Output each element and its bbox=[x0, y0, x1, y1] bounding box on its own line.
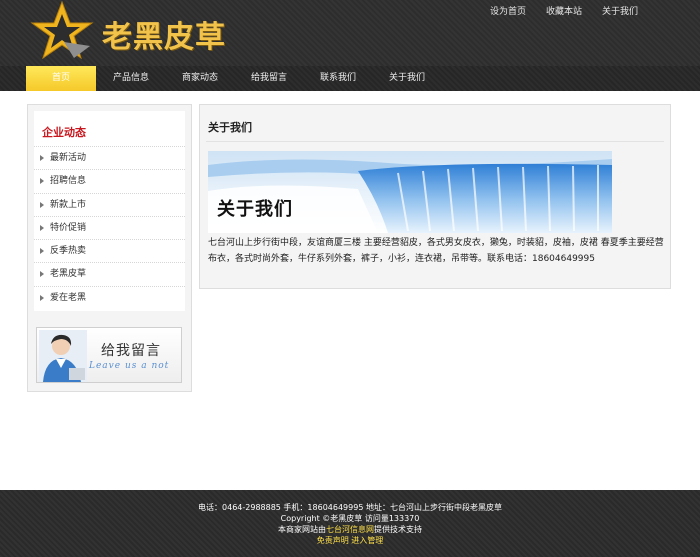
sidebar-item-label: 招聘信息 bbox=[50, 176, 87, 187]
banner-heading: 关于我们 bbox=[217, 199, 293, 220]
leave-message-subtitle: Leave us a not bbox=[89, 361, 170, 371]
arrow-right-icon bbox=[40, 271, 44, 278]
sidebar-item-label: 反季热卖 bbox=[50, 246, 87, 257]
page-title: 关于我们 bbox=[208, 121, 252, 134]
about-us-link[interactable]: 关于我们 bbox=[592, 6, 648, 18]
nav-contact[interactable]: 联系我们 bbox=[303, 66, 373, 91]
sidebar-item-love-laohei[interactable]: 爱在老黑 bbox=[34, 285, 185, 309]
leave-message-title: 给我留言 bbox=[101, 343, 161, 359]
waterfall-banner: 关于我们 bbox=[208, 151, 612, 233]
about-panel: 关于我们 关于我们 七台河山上步行街中段，友谊商厦三楼 主要经营貂皮，各式男女皮… bbox=[199, 104, 671, 289]
sidebar-item-laohei-fur[interactable]: 老黑皮草 bbox=[34, 262, 185, 285]
arrow-right-icon bbox=[40, 224, 44, 231]
arrow-right-icon bbox=[40, 294, 44, 301]
top-links: 设为首页 收藏本站 关于我们 bbox=[480, 6, 648, 18]
sidebar-item-new-arrivals[interactable]: 新款上市 bbox=[34, 192, 185, 216]
nav-products[interactable]: 产品信息 bbox=[96, 66, 166, 91]
admin-link[interactable]: 进入管理 bbox=[351, 536, 383, 545]
support-agent-icon bbox=[39, 330, 87, 382]
nav-home[interactable]: 首页 bbox=[26, 66, 96, 91]
disclaimer-link[interactable]: 免责声明 bbox=[317, 536, 349, 545]
sidebar-item-label: 特价促销 bbox=[50, 222, 87, 233]
footer-support: 本商家网站由七台河信息网提供技术支持 bbox=[0, 524, 700, 535]
arrow-right-icon bbox=[40, 248, 44, 255]
sidebar-news-panel: 企业动态 最新活动 招聘信息 新款上市 特价促销 反季热卖 老黑皮草 爱在老黑 bbox=[34, 111, 185, 311]
nav-about[interactable]: 关于我们 bbox=[372, 66, 442, 91]
sidebar-item-label: 爱在老黑 bbox=[50, 292, 87, 303]
title-divider bbox=[206, 141, 664, 142]
sidebar-item-jobs[interactable]: 招聘信息 bbox=[34, 169, 185, 192]
sidebar-item-label: 最新活动 bbox=[50, 153, 87, 163]
leave-message-banner[interactable]: 给我留言 Leave us a not bbox=[36, 327, 182, 383]
sidebar-item-latest-events[interactable]: 最新活动 bbox=[34, 146, 185, 169]
sidebar-item-specials[interactable]: 特价促销 bbox=[34, 215, 185, 239]
arrow-right-icon bbox=[40, 178, 44, 185]
arrow-right-icon bbox=[40, 155, 44, 161]
sidebar-title: 企业动态 bbox=[42, 126, 86, 139]
footer-contact: 电话：0464-2988885 手机：18604649995 地址：七台河山上步… bbox=[198, 503, 502, 512]
sidebar-item-off-season[interactable]: 反季热卖 bbox=[34, 239, 185, 262]
bookmark-link[interactable]: 收藏本站 bbox=[536, 6, 592, 18]
sidebar-item-label: 老黑皮草 bbox=[50, 269, 87, 280]
site-footer: 电话：0464-2988885 手机：18604649995 地址：七台河山上步… bbox=[0, 490, 700, 557]
star-logo-icon bbox=[30, 0, 94, 60]
footer-support-suffix: 提供技术支持 bbox=[374, 525, 422, 534]
sidebar: 企业动态 最新活动 招聘信息 新款上市 特价促销 反季热卖 老黑皮草 爱在老黑 … bbox=[27, 104, 192, 392]
footer-copyright: Copyright ©老黑皮草 访问量133370 bbox=[280, 514, 420, 523]
main-nav: 首页 产品信息 商家动态 给我留言 联系我们 关于我们 bbox=[0, 66, 700, 91]
nav-message[interactable]: 给我留言 bbox=[234, 66, 304, 91]
sidebar-list: 最新活动 招聘信息 新款上市 特价促销 反季热卖 老黑皮草 爱在老黑 bbox=[34, 146, 185, 309]
footer-links: 免责声明 进入管理 bbox=[0, 535, 700, 546]
site-header: 老黑皮草 设为首页 收藏本站 关于我们 bbox=[0, 0, 700, 66]
footer-support-prefix: 本商家网站由 bbox=[278, 525, 326, 534]
set-homepage-link[interactable]: 设为首页 bbox=[480, 6, 536, 18]
info-site-link[interactable]: 七台河信息网 bbox=[326, 525, 374, 534]
nav-news[interactable]: 商家动态 bbox=[165, 66, 235, 91]
about-description: 七台河山上步行街中段，友谊商厦三楼 主要经营貂皮，各式男女皮衣，獭兔，时装貂，皮… bbox=[208, 238, 664, 264]
sidebar-item-label: 新款上市 bbox=[50, 199, 87, 210]
arrow-right-icon bbox=[40, 201, 44, 208]
site-title: 老黑皮草 bbox=[102, 20, 226, 55]
